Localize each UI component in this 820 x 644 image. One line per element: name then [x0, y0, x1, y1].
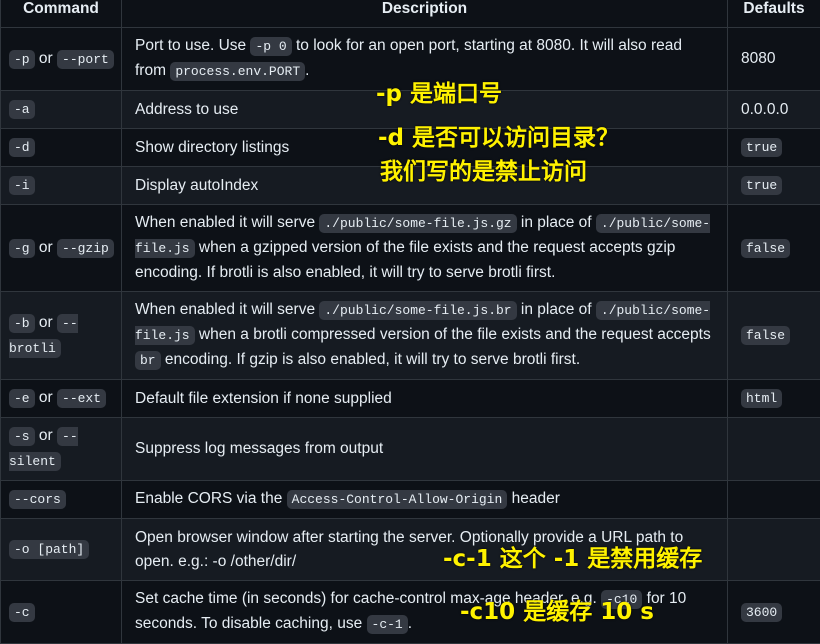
description-cell: Suppress log messages from output — [122, 418, 728, 481]
default-code: true — [741, 176, 782, 195]
or-text: or — [35, 389, 57, 406]
table-row: -g or --gzip When enabled it will serve … — [1, 205, 820, 292]
table-row: --cors Enable CORS via the Access-Contro… — [1, 481, 820, 519]
default-code: false — [741, 326, 790, 345]
default-cell: true — [728, 129, 820, 167]
command-cell: -d — [1, 129, 122, 167]
command-code: --cors — [9, 490, 66, 509]
description-text: . — [305, 62, 309, 79]
command-code: -i — [9, 176, 35, 195]
header-defaults: Defaults — [728, 0, 820, 28]
command-code: -a — [9, 100, 35, 119]
default-cell: 0.0.0.0 — [728, 91, 820, 129]
table-row: -e or --ext Default file extension if no… — [1, 380, 820, 418]
default-cell: false — [728, 205, 820, 292]
description-text: when a brotli compressed version of the … — [195, 326, 711, 343]
default-code: 3600 — [741, 603, 782, 622]
command-cell: --cors — [1, 481, 122, 519]
description-cell: Enable CORS via the Access-Control-Allow… — [122, 481, 728, 519]
annotation-port: -p 是端口号 — [376, 74, 502, 108]
inline-code: ./public/some-file.js.gz — [319, 214, 516, 233]
command-cell: -c — [1, 581, 122, 644]
annotation-disable-cache: -c-1 这个 -1 是禁用缓存 — [443, 539, 702, 573]
default-cell: true — [728, 167, 820, 205]
command-code: --port — [57, 50, 114, 69]
or-text: or — [35, 427, 57, 444]
default-cell: html — [728, 380, 820, 418]
description-text: When enabled it will serve — [135, 214, 319, 231]
description-text: encoding. If gzip is also enabled, it wi… — [161, 351, 581, 368]
default-cell — [728, 418, 820, 481]
default-cell: 8080 — [728, 28, 820, 91]
command-code: -e — [9, 389, 35, 408]
command-cell: -o [path] — [1, 519, 122, 581]
table-row: -c Set cache time (in seconds) for cache… — [1, 581, 820, 644]
command-cell: -p or --port — [1, 28, 122, 91]
inline-code: -c-1 — [367, 615, 408, 634]
default-code: html — [741, 389, 782, 408]
description-text: Enable CORS via the — [135, 490, 287, 507]
description-text: Address to use — [135, 101, 238, 118]
command-cell: -i — [1, 167, 122, 205]
command-code: --gzip — [57, 239, 114, 258]
table-row: -s or --silent Suppress log messages fro… — [1, 418, 820, 481]
command-code: --ext — [57, 389, 106, 408]
description-text: Display autoIndex — [135, 177, 258, 194]
command-cell: -s or --silent — [1, 418, 122, 481]
inline-code: ./public/some-file.js.br — [319, 301, 516, 320]
description-text: Show directory listings — [135, 139, 289, 156]
command-code: -p — [9, 50, 35, 69]
default-cell — [728, 481, 820, 519]
table-header-row: Command Description Defaults — [1, 0, 820, 28]
description-text: in place of — [517, 301, 596, 318]
default-value: 8080 — [741, 50, 775, 67]
command-code: -b — [9, 314, 35, 333]
command-code: -d — [9, 138, 35, 157]
description-text: header — [507, 490, 560, 507]
command-cell: -b or --brotli — [1, 292, 122, 380]
command-cell: -g or --gzip — [1, 205, 122, 292]
default-code: false — [741, 239, 790, 258]
description-text: When enabled it will serve — [135, 301, 319, 318]
description-cell: When enabled it will serve ./public/some… — [122, 205, 728, 292]
annotation-forbidden: 我们写的是禁止访问 — [380, 152, 587, 186]
annotation-directory: -d 是否可以访问目录？ — [378, 118, 619, 152]
or-text: or — [35, 314, 57, 331]
command-code: -g — [9, 239, 35, 258]
command-code: -c — [9, 603, 35, 622]
default-cell: false — [728, 292, 820, 380]
or-text: or — [35, 50, 57, 67]
description-text: when a gzipped version of the file exist… — [135, 239, 675, 281]
inline-code: Access-Control-Allow-Origin — [287, 490, 508, 509]
or-text: or — [35, 239, 57, 256]
command-code: -s — [9, 427, 35, 446]
command-cell: -a — [1, 91, 122, 129]
description-text: Suppress log messages from output — [135, 440, 383, 457]
default-value: 0.0.0.0 — [741, 101, 788, 118]
description-text: Port to use. Use — [135, 37, 250, 54]
inline-code: -p 0 — [250, 37, 291, 56]
table-row: -b or --brotli When enabled it will serv… — [1, 292, 820, 380]
description-cell: Default file extension if none supplied — [122, 380, 728, 418]
inline-code: process.env.PORT — [170, 62, 305, 81]
description-text: . — [408, 615, 412, 632]
command-cell: -e or --ext — [1, 380, 122, 418]
description-cell: When enabled it will serve ./public/some… — [122, 292, 728, 380]
description-text: in place of — [517, 214, 596, 231]
header-command: Command — [1, 0, 122, 28]
default-code: true — [741, 138, 782, 157]
default-cell: 3600 — [728, 581, 820, 644]
header-description: Description — [122, 0, 728, 28]
default-cell — [728, 519, 820, 581]
inline-code: br — [135, 351, 161, 370]
command-code: -o [path] — [9, 540, 89, 559]
description-text: Default file extension if none supplied — [135, 390, 392, 407]
